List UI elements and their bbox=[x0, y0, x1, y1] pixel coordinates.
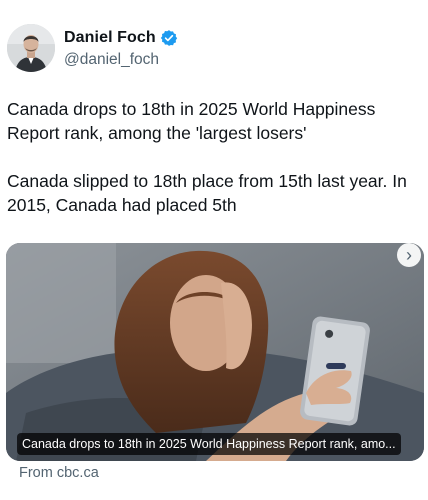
author-block: Daniel Foch @daniel_foch bbox=[64, 28, 178, 69]
tweet-text: Canada drops to 18th in 2025 World Happi… bbox=[7, 97, 419, 217]
link-card[interactable]: › Canada drops to 18th in 2025 World Hap… bbox=[6, 243, 424, 461]
avatar[interactable] bbox=[7, 24, 55, 72]
display-name-row: Daniel Foch bbox=[64, 28, 178, 48]
tweet: Daniel Foch @daniel_foch Canada drops to… bbox=[0, 0, 428, 500]
tweet-paragraph: Canada drops to 18th in 2025 World Happi… bbox=[7, 99, 376, 143]
chevron-right-icon[interactable]: › bbox=[397, 243, 421, 267]
card-image bbox=[6, 243, 424, 461]
display-name[interactable]: Daniel Foch bbox=[64, 29, 156, 47]
card-caption: Canada drops to 18th in 2025 World Happi… bbox=[17, 433, 401, 455]
card-source[interactable]: From cbc.ca bbox=[19, 465, 99, 481]
verified-badge-icon bbox=[160, 30, 177, 46]
tweet-paragraph: Canada slipped to 18th place from 15th l… bbox=[7, 171, 407, 215]
handle[interactable]: @daniel_foch bbox=[64, 51, 178, 69]
